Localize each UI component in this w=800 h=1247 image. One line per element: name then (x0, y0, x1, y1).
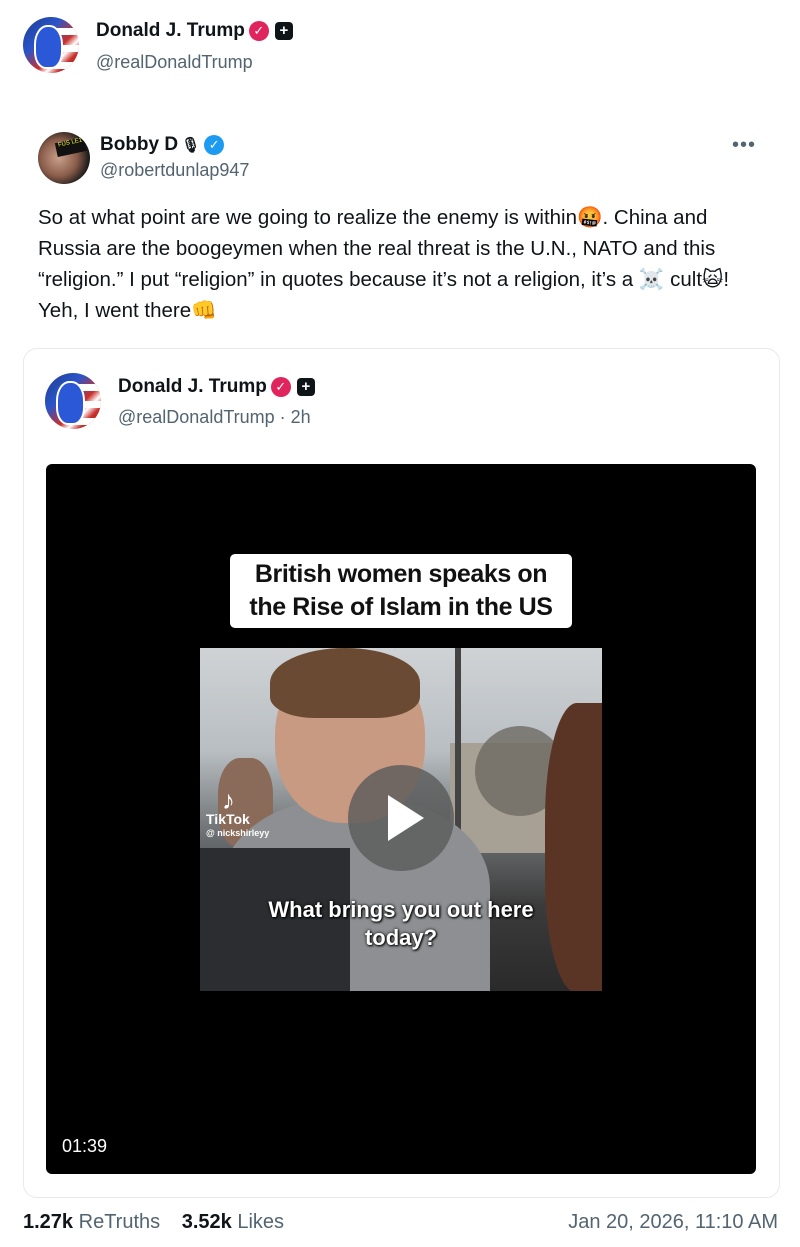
microphone-icon: 🎙 (181, 136, 201, 154)
post-body-text: So at what point are we going to realize… (38, 206, 730, 322)
check-badge-icon: ✓ (270, 376, 291, 397)
author-name-row[interactable]: Donald J. Trump ✓ + (96, 20, 293, 42)
card-author-name[interactable]: Donald J. Trump (118, 376, 267, 397)
author-handle[interactable]: @realDonaldTrump (96, 52, 253, 73)
video-subtitle: What brings you out here today? (268, 897, 534, 950)
tiktok-watermark: ♪ TikTok @ nickshirleyy (206, 785, 270, 840)
quoted-author-name-row[interactable]: Bobby D 🎙 ✓ (100, 134, 225, 156)
likes-count[interactable]: 3.52k (182, 1211, 232, 1233)
video-caption: British women speaks on the Rise of Isla… (230, 554, 572, 628)
card-author-avatar[interactable] (45, 373, 101, 429)
play-icon[interactable] (348, 765, 454, 871)
post-timestamp[interactable]: Jan 20, 2026, 11:10 AM (568, 1211, 778, 1234)
check-badge-icon: ✓ (204, 134, 225, 155)
retruths-label[interactable]: ReTruths (79, 1211, 161, 1233)
likes-label[interactable]: Likes (237, 1211, 284, 1233)
retruths-count[interactable]: 1.27k (23, 1211, 73, 1233)
video-duration: 01:39 (62, 1136, 108, 1156)
card-author-name-row[interactable]: Donald J. Trump ✓ + (118, 376, 315, 398)
tiktok-brand: TikTok (206, 811, 250, 827)
check-badge-icon: ✓ (248, 20, 269, 41)
author-name[interactable]: Donald J. Trump (96, 20, 245, 41)
author-avatar[interactable] (23, 17, 79, 73)
plus-badge-icon: + (274, 21, 293, 40)
tiktok-logo-icon: ♪ (222, 785, 235, 815)
quoted-author-name[interactable]: Bobby D (100, 134, 178, 155)
post-stats: 1.27k ReTruths 3.52k Likes (23, 1211, 284, 1234)
card-author-handle-time[interactable]: @realDonaldTrump · 2h (118, 407, 311, 428)
tiktok-user: @ nickshirleyy (206, 828, 270, 838)
quoted-author-handle[interactable]: @robertdunlap947 (100, 160, 249, 181)
plus-badge-icon: + (296, 377, 315, 396)
quoted-author-avatar[interactable]: FUS LE1 (38, 132, 90, 184)
ellipsis-icon[interactable]: ••• (732, 134, 756, 157)
